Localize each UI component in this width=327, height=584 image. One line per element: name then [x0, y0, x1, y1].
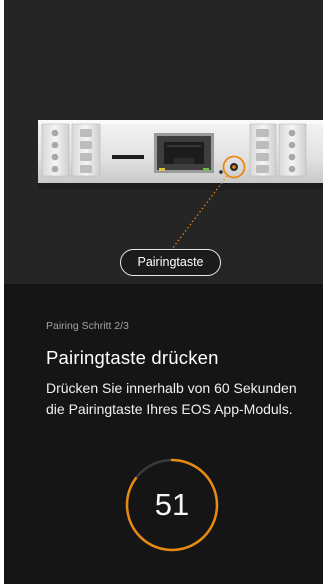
card-slot	[112, 155, 144, 159]
device-illustration-panel: Pairingtaste	[4, 0, 323, 284]
instruction-text: Drücken Sie innerhalb von 60 Sekunden di…	[46, 380, 297, 417]
pairing-screen: Pairingtaste Pairing Schritt 2/3 Pairing…	[4, 0, 323, 584]
ethernet-port	[154, 133, 214, 173]
app-module-device-illustration	[38, 120, 323, 250]
page-title: Pairingtaste drücken	[46, 347, 219, 368]
countdown-seconds: 51	[154, 487, 190, 522]
pairing-button-label: Pairingtaste	[120, 249, 221, 276]
step-indicator: Pairing Schritt 2/3	[46, 320, 129, 332]
countdown-timer: 51	[122, 455, 222, 555]
